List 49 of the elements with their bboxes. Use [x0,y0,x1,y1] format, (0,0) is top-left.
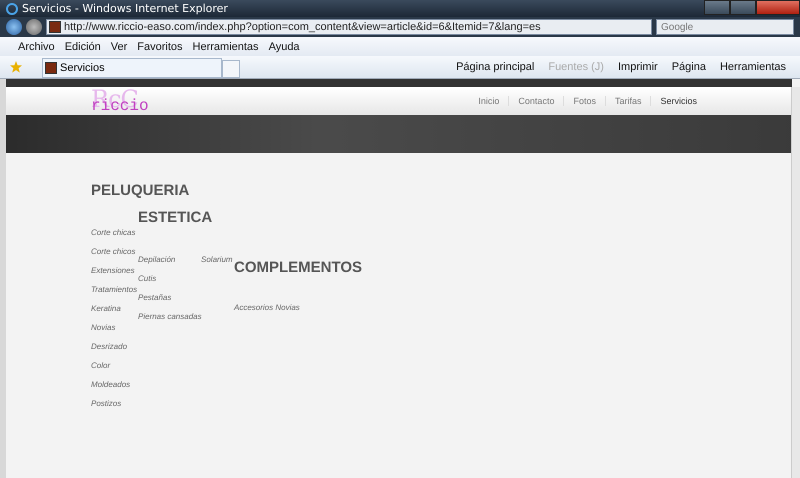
site-favicon-icon [45,62,57,74]
tab-label: Servicios [60,62,105,74]
service-item: Color [91,361,112,372]
menu-item[interactable]: Herramientas [192,40,259,52]
maximize-button[interactable] [730,0,756,15]
browser-logo-icon [6,2,18,14]
browser-tab[interactable]: Servicios [42,58,222,78]
forward-button[interactable] [26,19,42,35]
menu-item[interactable]: Archivo [18,40,55,52]
service-item: Desrizado [91,342,128,353]
section-heading: COMPLEMENTOS [234,259,362,276]
command-button[interactable]: Página principal [456,61,534,73]
service-item: Extensiones [91,266,136,277]
section-heading: PELUQUERIA [91,182,190,199]
section-heading: ESTETICA [138,209,212,226]
service-item: Piernas cansadas [138,312,201,323]
nav-link[interactable]: Tarifas [604,96,650,106]
service-item: Pestañas [138,293,172,304]
star-icon[interactable] [10,61,22,73]
service-item: Moldeados [91,380,132,391]
service-item: Corte chicas [91,228,136,239]
service-item: Depilación [138,255,176,266]
menu-item[interactable]: Ayuda [268,40,300,52]
service-item: Postizos [91,399,122,410]
address-field[interactable]: http://www.riccio-easo.com/index.php?option=com_content&view=article&id=6&Itemid=7&lang=es [46,19,652,35]
scrollbar[interactable] [791,87,800,478]
menu-item[interactable]: Edición [64,40,101,52]
service-item: Keratina [91,304,122,315]
service-item: Tratamientos [91,285,138,296]
command-button[interactable]: Página [672,61,706,73]
site-favicon-icon [49,21,61,33]
nav-link[interactable]: Inicio [469,96,508,106]
service-item: Novias [91,323,116,334]
service-item: Solarium [201,255,233,266]
close-button[interactable] [756,0,800,15]
minimize-button[interactable] [704,0,730,15]
menu-item[interactable]: Ver [110,40,128,52]
service-item: Cutis [138,274,158,285]
window-title: Servicios - Windows Internet Explorer [22,2,228,15]
service-item: Corte chicos [91,247,136,258]
menu-item[interactable]: Favoritos [137,40,183,52]
search-field[interactable]: Google [656,19,794,35]
service-item: Accesorios Novias [234,303,300,314]
nav-link[interactable]: Servicios [650,96,706,106]
nav-link[interactable]: Fotos [563,96,605,106]
command-button[interactable]: Herramientas [720,61,786,73]
command-button[interactable]: Imprimir [618,61,658,73]
nav-link[interactable]: Contacto [508,96,564,106]
back-button[interactable] [6,19,22,35]
